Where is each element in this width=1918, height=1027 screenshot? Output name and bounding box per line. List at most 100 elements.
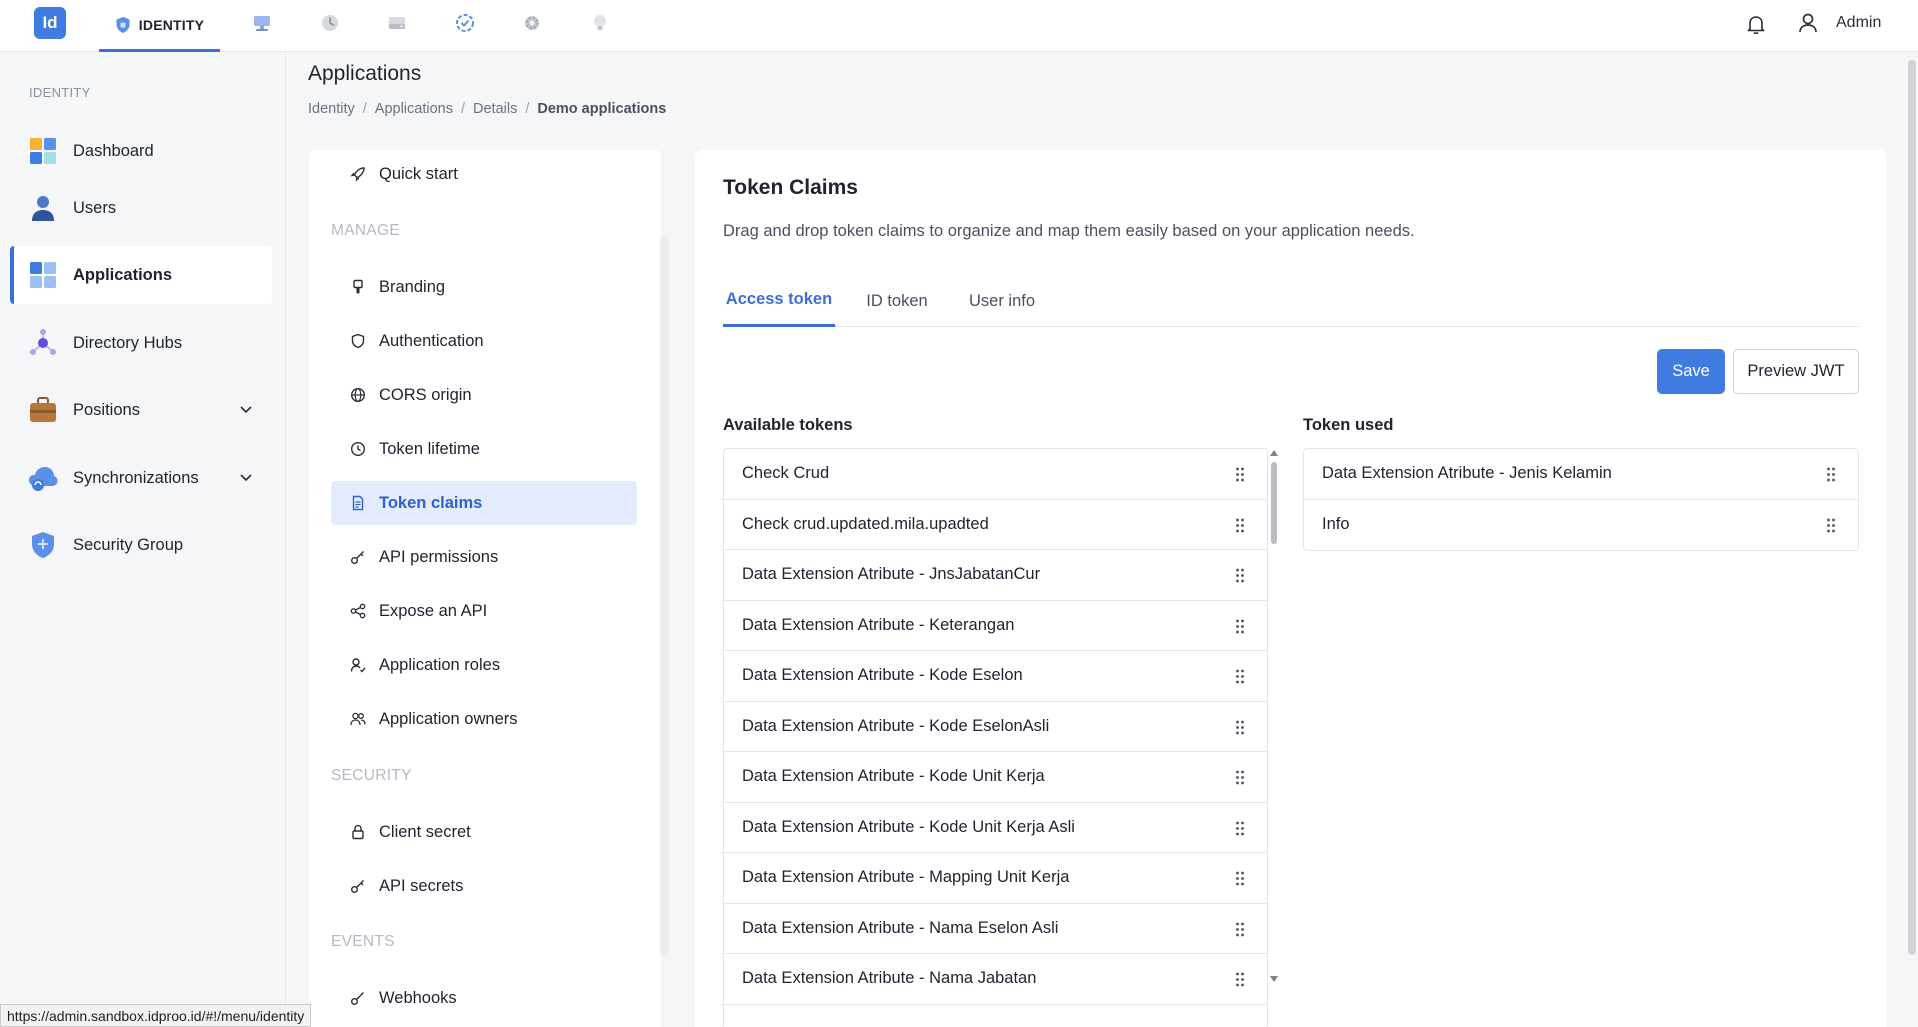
nav-token-claims[interactable]: Token claims — [331, 481, 637, 525]
list-item[interactable]: Data Extension Atribute - Kode EselonAsl… — [724, 702, 1267, 752]
rocket-icon — [349, 165, 367, 183]
breadcrumb-item[interactable]: Identity — [308, 101, 355, 117]
drag-handle-icon[interactable] — [1235, 518, 1245, 533]
sidebar-item-label: Applications — [73, 265, 173, 284]
list-item[interactable]: Data Extension Atribute - Keterangan — [724, 601, 1267, 651]
clock-icon — [349, 440, 367, 458]
breadcrumb-current: Demo applications — [537, 101, 667, 117]
monitor-icon[interactable] — [251, 12, 273, 34]
nav-label: Token claims — [379, 493, 483, 512]
list-item[interactable]: Data Extension Atribute - Kode Unit Kerj… — [724, 752, 1267, 803]
sidebar-item-synchronizations[interactable]: Synchronizations — [10, 449, 272, 507]
nav-label: Authentication — [379, 331, 484, 350]
breadcrumb: Identity / Applications / Details / Demo ap… — [308, 101, 667, 117]
list-item[interactable]: Data Extension Atribute - Jenis Kelamin — [1304, 449, 1858, 500]
drag-handle-icon[interactable] — [1235, 669, 1245, 684]
nav-application-roles[interactable]: Application roles — [331, 643, 637, 687]
drag-handle-icon[interactable] — [1235, 972, 1245, 987]
nav-section-manage: MANAGE — [331, 222, 400, 239]
token-label: Info — [1322, 515, 1350, 534]
list-item[interactable]: Check crud.updated.mila.upadted — [724, 500, 1267, 550]
list-item[interactable]: Data Extension Atribute - Nama Jabatan — [724, 954, 1267, 1005]
nav-expose-api[interactable]: Expose an API — [331, 589, 637, 633]
drag-handle-icon[interactable] — [1235, 568, 1245, 583]
list-item[interactable]: Data Extension Atribute - Nama Eselon As… — [724, 904, 1267, 954]
nav-token-lifetime[interactable]: Token lifetime — [331, 427, 637, 471]
nav-section-security: SECURITY — [331, 767, 412, 784]
brush-icon — [349, 278, 367, 296]
chevron-down-icon[interactable] — [238, 401, 254, 417]
nav-webhooks[interactable]: Webhooks — [331, 976, 637, 1020]
list-item[interactable]: Check Crud — [724, 449, 1267, 500]
breadcrumb-item[interactable]: Details — [473, 101, 517, 117]
token-label: Data Extension Atribute - Jenis Kelamin — [1322, 464, 1612, 483]
sidebar-item-applications[interactable]: Applications — [10, 246, 272, 304]
drag-handle-icon[interactable] — [1235, 770, 1245, 785]
drag-handle-icon[interactable] — [1235, 467, 1245, 482]
drag-handle-icon[interactable] — [1826, 518, 1836, 533]
applications-icon — [28, 260, 58, 290]
nav-cors-origin[interactable]: CORS origin — [331, 373, 637, 417]
tab-user-info[interactable]: User info — [951, 275, 1053, 327]
token-tabs: Access token ID token User info — [723, 275, 1859, 327]
drag-handle-icon[interactable] — [1235, 922, 1245, 937]
sidebar-item-directory-hubs[interactable]: Directory Hubs — [10, 314, 272, 372]
nav-label: Application owners — [379, 709, 518, 728]
drag-handle-icon[interactable] — [1235, 821, 1245, 836]
nav-authentication[interactable]: Authentication — [331, 319, 637, 363]
drag-handle-icon[interactable] — [1235, 871, 1245, 886]
users-icon — [349, 710, 367, 728]
token-label: Check crud.updated.mila.upadted — [742, 514, 989, 533]
nav-api-permissions[interactable]: API permissions — [331, 535, 637, 579]
drive-icon[interactable] — [386, 12, 408, 34]
badge-check-icon[interactable] — [454, 12, 476, 34]
sidebar-item-users[interactable]: Users — [10, 179, 272, 237]
application-nav-panel: Quick start MANAGE Branding Authenticati… — [309, 150, 661, 1027]
page-scrollbar[interactable] — [1908, 60, 1916, 955]
nav-scrollbar[interactable] — [660, 236, 669, 956]
gear-icon[interactable] — [521, 12, 543, 34]
user-name[interactable]: Admin — [1836, 14, 1881, 32]
sidebar-item-label: Users — [73, 198, 117, 217]
sidebar-item-security-group[interactable]: Security Group — [10, 516, 272, 574]
nav-tab-identity[interactable]: IDENTITY — [99, 0, 220, 52]
nav-branding[interactable]: Branding — [331, 265, 637, 309]
list-item[interactable]: Data Extension Atribute - JnsJabatanCur — [724, 550, 1267, 601]
list-item[interactable]: Info — [1304, 500, 1858, 551]
tab-access-token[interactable]: Access token — [723, 275, 835, 327]
token-label: Data Extension Atribute - Kode Unit Kerj… — [742, 767, 1045, 786]
drag-handle-icon[interactable] — [1235, 619, 1245, 634]
nav-api-secrets[interactable]: API secrets — [331, 864, 637, 908]
top-bar: Id IDENTITY Admin — [0, 0, 1918, 52]
nav-client-secret[interactable]: Client secret — [331, 810, 637, 854]
list-item[interactable]: Data Extension Atribute - Mapping Unit K… — [724, 853, 1267, 904]
nav-application-owners[interactable]: Application owners — [331, 697, 637, 741]
drag-handle-icon[interactable] — [1235, 720, 1245, 735]
history-icon[interactable] — [319, 12, 341, 34]
share-icon — [349, 602, 367, 620]
list-item[interactable]: Data Extension Atribute - Kode Unit Kerj… — [724, 803, 1267, 853]
token-label: Data Extension Atribute - Nama Jabatan — [742, 969, 1037, 988]
save-button[interactable]: Save — [1657, 349, 1725, 394]
tab-id-token[interactable]: ID token — [847, 275, 947, 327]
list-item[interactable]: Data Extension Atribute - Kode Eselon — [724, 651, 1267, 702]
sidebar-item-dashboard[interactable]: Dashboard — [10, 122, 272, 180]
app-logo[interactable]: Id — [34, 7, 66, 39]
drag-handle-icon[interactable] — [1826, 467, 1836, 482]
sidebar: IDENTITY Dashboard Users Applications Di… — [0, 52, 286, 1027]
shield-icon — [116, 16, 130, 33]
bell-icon[interactable] — [1744, 12, 1768, 36]
user-icon[interactable] — [1796, 11, 1820, 35]
webhook-icon — [349, 989, 367, 1007]
preview-jwt-button[interactable]: Preview JWT — [1733, 349, 1859, 394]
available-list-scrollbar[interactable] — [1268, 448, 1280, 984]
breadcrumb-item[interactable]: Applications — [375, 101, 453, 117]
nav-quick-start[interactable]: Quick start — [331, 152, 637, 196]
bulb-icon[interactable] — [589, 12, 611, 34]
sidebar-item-positions[interactable]: Positions — [10, 381, 272, 439]
nav-label: Webhooks — [379, 988, 457, 1007]
directory-hub-icon — [28, 328, 58, 358]
document-icon — [349, 494, 367, 512]
chevron-down-icon[interactable] — [238, 469, 254, 485]
sidebar-item-label: Dashboard — [73, 141, 154, 160]
